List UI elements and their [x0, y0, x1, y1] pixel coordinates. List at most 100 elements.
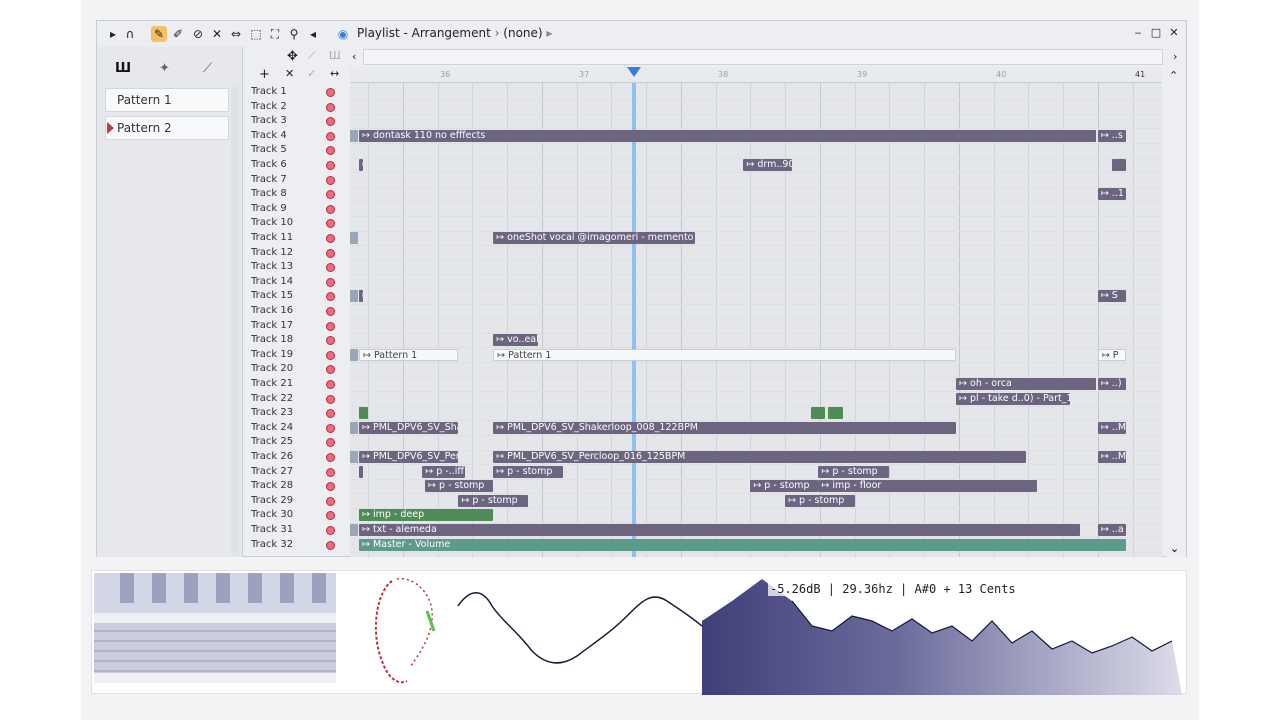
pattern-item-2[interactable]: Pattern 2	[105, 116, 229, 140]
track-mute-button[interactable]	[326, 175, 335, 185]
sample-clip[interactable]: ↦ p - stomp	[425, 480, 494, 493]
remove-track-icon[interactable]: ✕	[285, 67, 294, 80]
automation-clip-master[interactable]: ↦ Master - Volume	[359, 538, 1126, 551]
timeline-scrollbar[interactable]: ⌄	[1166, 83, 1186, 557]
track-name[interactable]: Track 22	[251, 393, 321, 404]
edit-icon[interactable]: ✓	[307, 67, 316, 80]
sample-clip[interactable]: ↦ p -..iff	[422, 465, 466, 478]
track-mute-button[interactable]	[326, 204, 335, 214]
sample-clip[interactable]: ↦ txt - alemeda	[359, 524, 1080, 536]
track-name[interactable]: Track 32	[251, 539, 321, 550]
sample-clip[interactable]: ↦ S	[1097, 290, 1126, 303]
track-name[interactable]: Track 5	[251, 144, 321, 155]
track-name[interactable]: Track 15	[251, 290, 321, 301]
track-mute-button[interactable]	[326, 88, 335, 97]
track-name[interactable]: Track 11	[251, 232, 321, 243]
track-name[interactable]: Track 18	[251, 334, 321, 345]
track-name[interactable]: Track 14	[251, 276, 321, 287]
select-icon[interactable]: ⬚	[248, 26, 264, 42]
track-name[interactable]: Track 17	[251, 320, 321, 331]
track-mute-button[interactable]	[326, 394, 335, 404]
playhead-marker[interactable]	[626, 67, 641, 77]
track-mute-button[interactable]	[326, 496, 335, 506]
timeline-ruler[interactable]: 36 37 38 39 40 41	[350, 67, 1162, 83]
track-mute-button[interactable]	[326, 423, 335, 433]
minimize-button[interactable]: ‒	[1131, 26, 1145, 40]
sample-clip[interactable]	[1111, 159, 1126, 171]
track-mute-button[interactable]	[326, 234, 335, 243]
arrangement-overview[interactable]	[363, 49, 1163, 65]
slip-icon[interactable]: ⇔	[228, 26, 244, 42]
track-mute-button[interactable]	[326, 336, 335, 346]
arrangement-grid[interactable]: ↦ dontask 110 no efffects ↦ ..s ↦ drm...(9…	[350, 83, 1162, 557]
sample-clip[interactable]: ↦ ..M	[1097, 421, 1126, 434]
sample-clip[interactable]: ↦ p - stomp	[785, 494, 855, 507]
sample-clip[interactable]: ↦ oneShot vocal @imagomeri - memento	[493, 232, 695, 244]
track-mute-button[interactable]	[326, 526, 335, 535]
sample-clip[interactable]: ↦ p - stomp	[750, 480, 819, 493]
sample-clip[interactable]: ↦ PML_DPV6_SV_Percloop_016_125BPM	[493, 451, 1026, 463]
automation-icon[interactable]: ⟋	[203, 61, 212, 76]
sample-clip[interactable]: ↦ STCR2_G.. Dubbed	[359, 290, 363, 303]
track-mute-button[interactable]	[326, 321, 335, 331]
track-mute-button[interactable]	[326, 409, 335, 419]
sample-clip[interactable]: ↦ PML_DPV6_SV_Shakerloop_008_122BPM	[359, 421, 459, 434]
track-name[interactable]: Track 8	[251, 188, 321, 199]
sample-clip[interactable]: ↦ PML_DPV6_SV_Shakerloop_008_122BPM	[493, 421, 957, 434]
track-name[interactable]: Track 10	[251, 217, 321, 228]
sample-clip[interactable]: ↦ drm...(90)	[359, 159, 363, 171]
track-name[interactable]: Track 20	[251, 363, 321, 374]
sample-clip[interactable]: ↦ ..M	[1097, 451, 1126, 463]
sample-clip[interactable]	[359, 465, 363, 478]
mute-icon[interactable]: ✕	[209, 26, 225, 42]
delete-icon[interactable]: ⊘	[190, 26, 206, 42]
sample-clip[interactable]: ↦ PML_DPV6_SV_Percloop_016_125BPM	[359, 451, 459, 463]
pattern-clip[interactable]: ↦ Pattern 1	[493, 348, 957, 361]
sample-clip[interactable]: ↦ ..)	[1097, 378, 1126, 390]
track-name[interactable]: Track 24	[251, 422, 321, 433]
track-name[interactable]: Track 6	[251, 159, 321, 170]
selection-label[interactable]: (none)	[503, 26, 542, 40]
close-button[interactable]: ✕	[1167, 26, 1181, 40]
track-name[interactable]: Track 25	[251, 436, 321, 447]
link-icon[interactable]: ⟋	[308, 49, 316, 63]
track-mute-button[interactable]	[326, 146, 335, 156]
draw-icon[interactable]: ✎	[151, 26, 167, 42]
add-track-icon[interactable]: +	[259, 67, 270, 82]
track-name[interactable]: Track 7	[251, 174, 321, 185]
piano-roll-icon[interactable]: Ш	[329, 49, 341, 62]
sample-clip[interactable]: ↦ vo..eah	[493, 334, 538, 347]
track-mute-button[interactable]	[326, 117, 335, 127]
track-mute-button[interactable]	[326, 482, 335, 492]
track-name[interactable]: Track 1	[251, 86, 321, 97]
maximize-button[interactable]: □	[1149, 26, 1163, 40]
track-mute-button[interactable]	[326, 248, 335, 258]
pattern-clip[interactable]: ↦ P	[1097, 348, 1126, 361]
track-mute-button[interactable]	[326, 511, 335, 521]
pattern-panel-scrollbar[interactable]	[231, 84, 239, 556]
sample-clip[interactable]: ↦ p - stomp	[458, 494, 528, 507]
track-name[interactable]: Track 26	[251, 451, 321, 462]
track-mute-button[interactable]	[326, 161, 335, 170]
sample-clip[interactable]: ↦ ..1	[1097, 188, 1126, 201]
fit-icon[interactable]: ↔	[330, 67, 339, 80]
snap-icon[interactable]: ✥	[287, 49, 298, 64]
sample-clip[interactable]: ↦ p - stomp	[493, 465, 563, 478]
automation-clip[interactable]	[828, 407, 844, 420]
sample-clip[interactable]: ↦ ..a	[1097, 524, 1126, 536]
automation-clip[interactable]	[359, 407, 369, 420]
track-mute-button[interactable]	[326, 307, 335, 316]
play-icon[interactable]: ▸	[105, 26, 121, 42]
piano-icon[interactable]: Ш	[115, 61, 131, 76]
pattern-item-1[interactable]: Pattern 1	[105, 88, 229, 112]
pattern-clip[interactable]: ↦ Pattern 1	[359, 348, 459, 361]
track-name[interactable]: Track 19	[251, 349, 321, 360]
track-mute-button[interactable]	[326, 438, 335, 448]
playback-icon[interactable]: ◂	[305, 26, 321, 42]
zoom-icon[interactable]: ⚲	[286, 26, 302, 42]
scroll-down-icon[interactable]: ⌄	[1170, 542, 1179, 555]
track-name[interactable]: Track 29	[251, 495, 321, 506]
sample-clip[interactable]: ↦ p - stomp	[818, 465, 890, 478]
track-name[interactable]: Track 16	[251, 305, 321, 316]
track-name[interactable]: Track 31	[251, 524, 321, 535]
